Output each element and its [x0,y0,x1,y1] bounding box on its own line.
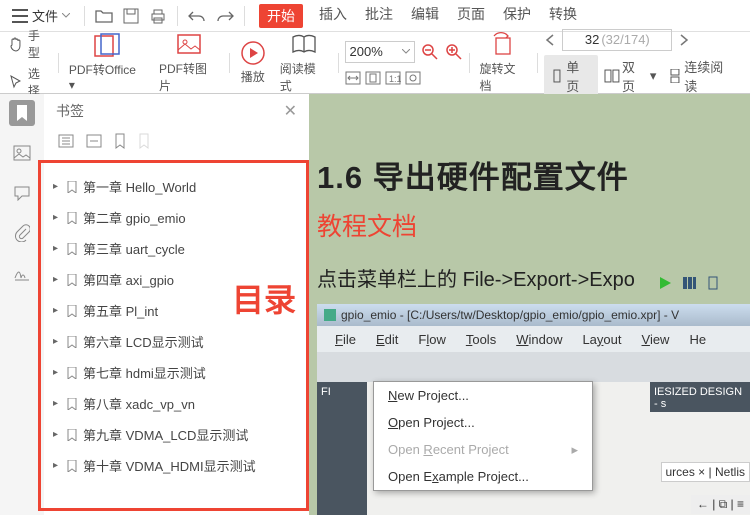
ide-menu-new: New Project... [374,382,592,409]
tab-protect[interactable]: 保护 [501,4,533,28]
redo-icon[interactable] [216,9,234,23]
app-menu-button[interactable]: 文件 [8,4,74,27]
tab-convert[interactable]: 转换 [547,4,579,28]
undo-icon[interactable] [188,9,206,23]
read-mode-button[interactable]: 阅读模式 [276,32,332,94]
separator [469,53,470,73]
add-bookmark-icon[interactable] [114,133,126,152]
separator [338,53,339,73]
doc-subtitle: 教程文档 [317,207,750,243]
tab-review[interactable]: 批注 [363,4,395,28]
open-folder-icon[interactable] [95,8,113,24]
ide-menu-file: File [335,332,356,347]
catalog-annotation: 目录 [232,275,296,321]
embedded-screenshot: gpio_emio - [C:/Users/tw/Desktop/gpio_em… [317,304,750,515]
ide-popup-menu: New Project... Open Project... Open Rece… [373,381,593,491]
ide-toolbar [317,352,750,382]
fit-width-icon[interactable] [345,71,361,85]
single-page-button[interactable]: 单页 [544,55,598,97]
bookmark-list: 目录 ▸第一章 Hello_World ▸第二章 gpio_emio ▸第三章 … [38,160,309,511]
ide-menu-tools: Tools [466,332,496,347]
ide-menu-view: View [642,332,670,347]
separator [84,6,85,26]
double-page-button[interactable]: 双页 ▾ [598,55,662,97]
prev-page-icon[interactable] [544,33,556,47]
ide-titlebar: gpio_emio - [C:/Users/tw/Desktop/gpio_em… [317,304,750,326]
tab-insert[interactable]: 插入 [317,4,349,28]
separator [244,6,245,26]
collapse-all-icon[interactable] [86,134,102,151]
ide-menu-open: Open Project... [374,409,592,436]
ide-right-tab1: urces × | Netlis [661,462,750,482]
bookmark-item[interactable]: ▸第三章 uart_cycle [49,233,298,264]
delete-bookmark-icon[interactable] [138,133,150,152]
ide-menu-edit: Edit [376,332,398,347]
document-content: 1.6 导出硬件配置文件 教程文档 点击菜单栏上的 File->Export->… [309,94,750,515]
bookmark-item[interactable]: ▸第十章 VDMA_HDMI显示测试 [49,450,298,481]
ide-menubar: File Edit Flow Tools Window Layout View … [317,326,750,352]
close-panel-icon[interactable]: ✕ [284,101,297,121]
pdf-to-office-button[interactable]: PDF转Office ▾ [65,33,149,92]
separator [58,53,59,73]
bookmark-panel-title: 书签 [56,101,284,121]
attachment-strip-icon[interactable] [9,220,35,246]
tab-page[interactable]: 页面 [455,4,487,28]
ide-right-icons: ← | ⧉ | ≡ [691,495,750,514]
next-page-icon[interactable] [678,33,690,47]
continuous-read-button[interactable]: 连续阅读 [662,55,742,97]
separator [229,53,230,73]
doc-heading: 1.6 导出硬件配置文件 [317,152,750,197]
print-icon[interactable] [149,8,167,24]
separator [177,6,178,26]
bookmark-item[interactable]: ▸第六章 LCD显示测试 [49,326,298,357]
bookmark-item[interactable]: ▸第九章 VDMA_LCD显示测试 [49,419,298,450]
ide-run-icon [658,276,672,290]
hand-tool-button[interactable]: 手型 [8,27,52,61]
thumbnail-strip-icon[interactable] [9,140,35,166]
ide-menu-window: Window [516,332,562,347]
zoom-in-icon[interactable] [445,43,463,61]
bookmark-item[interactable]: ▸第二章 gpio_emio [49,202,298,233]
page-number-input[interactable]: 32 (32/174) [562,29,672,51]
ide-synth-icon [682,276,696,290]
separator [537,53,538,73]
zoom-dropdown[interactable]: 200% [345,41,415,63]
comment-strip-icon[interactable] [9,180,35,206]
fit-visible-icon[interactable] [405,71,421,85]
save-icon[interactable] [123,8,139,24]
bookmark-panel: 书签 ✕ 目录 ▸第一章 Hello_World ▸第二章 gpio_emio … [44,94,309,515]
ide-left-panel: FI [317,382,367,515]
zoom-out-icon[interactable] [421,43,439,61]
ide-menu-example: Open Example Project... [374,463,592,490]
rotate-button[interactable]: 旋转文档 [476,32,532,94]
ide-right-header: IESIZED DESIGN - s [650,382,750,412]
ide-menu-recent: Open Recent Project▸ [374,436,592,463]
ide-menu-flow: Flow [418,332,445,347]
fit-page-icon[interactable] [365,71,381,85]
svg-text:1:1: 1:1 [389,74,401,84]
play-button[interactable]: 播放 [236,40,270,85]
pdf-to-image-button[interactable]: PDF转图片 [155,32,223,94]
expand-all-icon[interactable] [58,134,74,151]
actual-size-icon[interactable]: 1:1 [385,71,401,85]
ide-menu-help: He [689,332,706,347]
tab-start[interactable]: 开始 [259,4,303,28]
bookmark-strip-icon[interactable] [9,100,35,126]
signature-strip-icon[interactable] [9,260,35,286]
bookmark-item[interactable]: ▸第七章 hdmi显示测试 [49,357,298,388]
ide-impl-icon [706,276,720,290]
ide-menu-layout: Layout [582,332,621,347]
file-menu-label: 文件 [32,6,58,25]
tab-edit[interactable]: 编辑 [409,4,441,28]
bookmark-item[interactable]: ▸第一章 Hello_World [49,171,298,202]
bookmark-item[interactable]: ▸第八章 xadc_vp_vn [49,388,298,419]
